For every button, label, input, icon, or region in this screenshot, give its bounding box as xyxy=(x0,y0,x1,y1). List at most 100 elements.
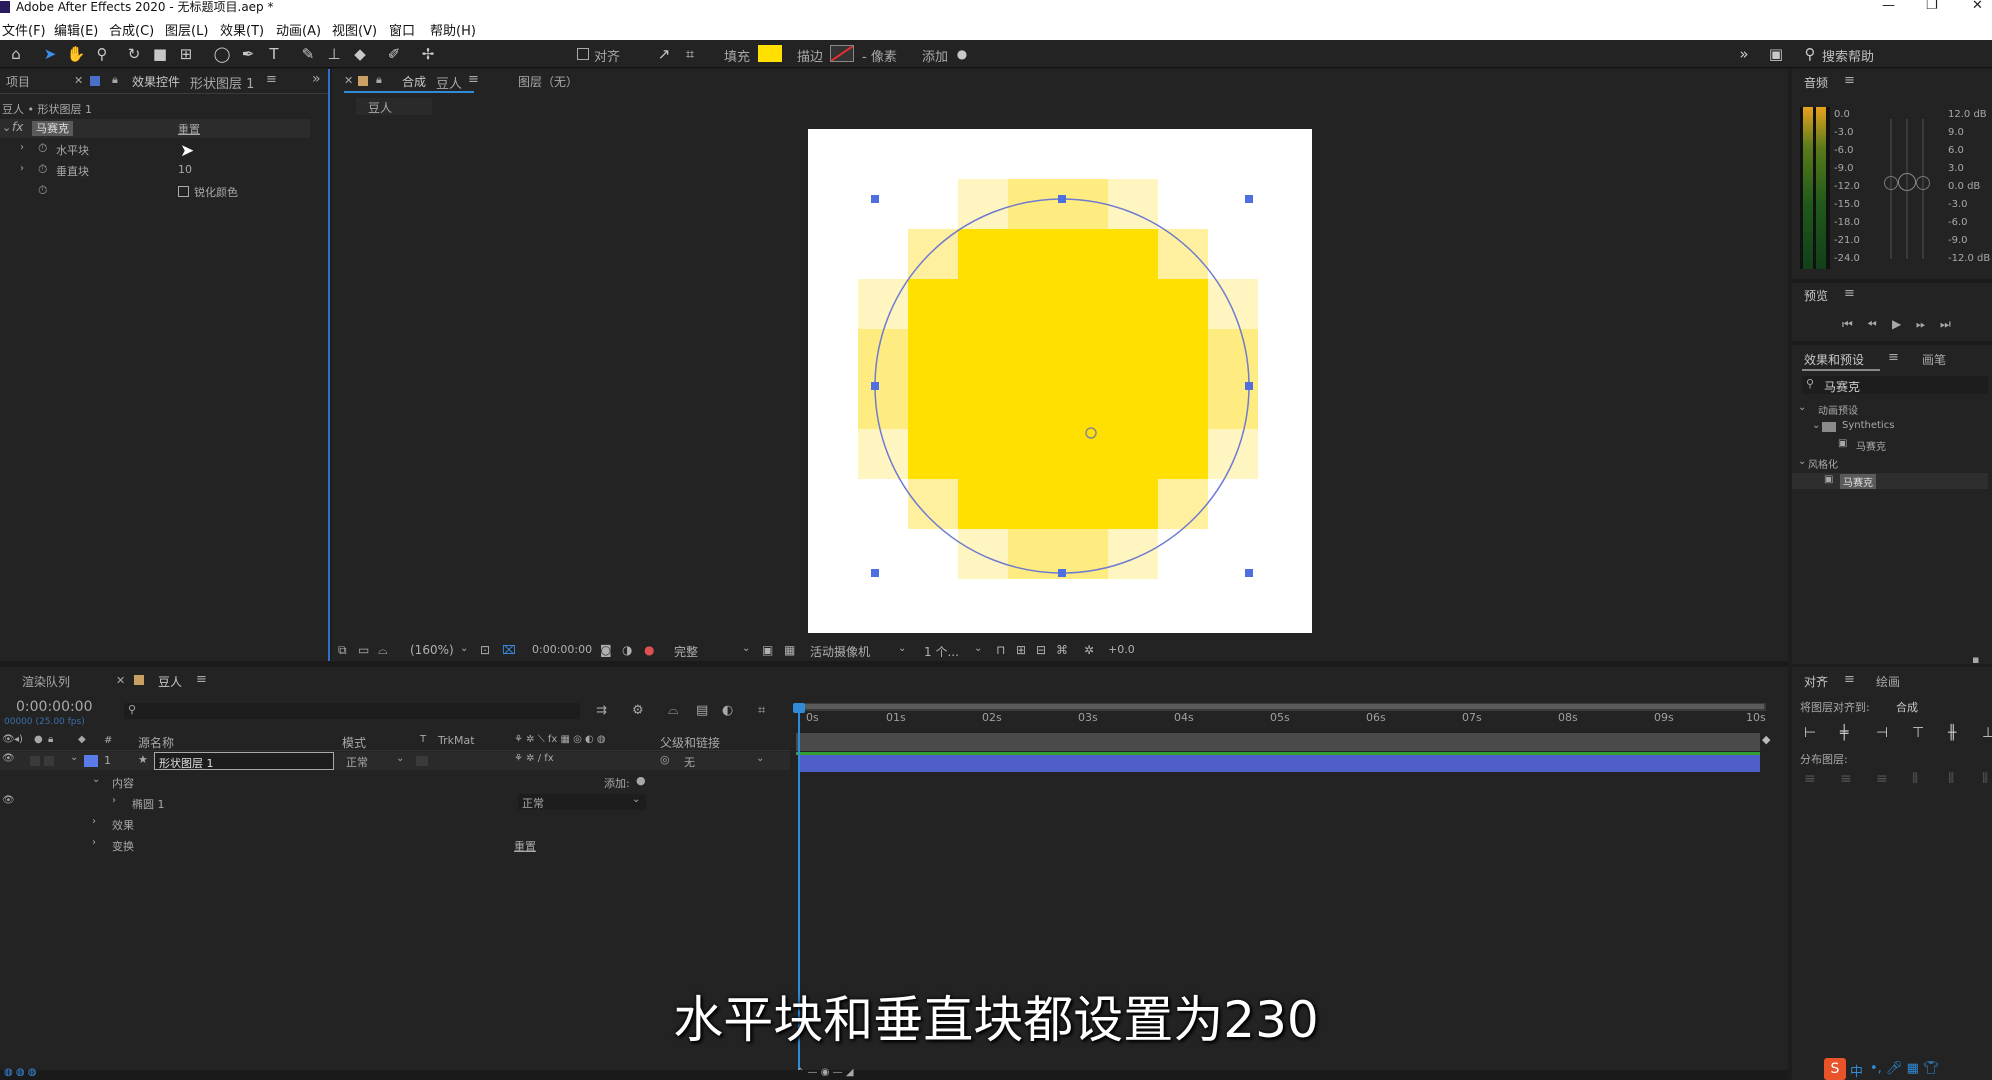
workspace-icon[interactable]: ▣ xyxy=(1766,44,1786,64)
layer-search-field[interactable]: ⚲ xyxy=(124,703,580,719)
align-checkbox[interactable] xyxy=(577,48,589,60)
restore-icon[interactable]: ❐ xyxy=(1926,0,1938,12)
hide-shy-icon[interactable]: ⌓ xyxy=(668,703,678,718)
fast-preview-icon[interactable]: ⊓ xyxy=(996,643,1005,657)
panel-menu-icon[interactable]: ≡ xyxy=(1844,672,1855,687)
chevron-down-icon[interactable]: ⌄ xyxy=(974,643,982,654)
layer-switches[interactable]: ⚘ ✲ / fx xyxy=(514,753,554,764)
chevron-down-icon[interactable]: ⌄ xyxy=(70,752,78,763)
transparency-grid-icon[interactable]: ▦ xyxy=(784,643,795,657)
distribute-right-icon[interactable]: ⦀ xyxy=(1982,771,1988,787)
align-panel-title[interactable]: 对齐 xyxy=(1804,673,1828,690)
left-volume-knob[interactable] xyxy=(1884,176,1898,190)
menu-edit[interactable]: 编辑(E) xyxy=(54,20,98,39)
layer-row[interactable]: 👁︎ ⌄ 1 ★ 形状图层 1 正常 ⌄ ⚘ ✲ / fx ◎ 无 ⌄ xyxy=(0,752,790,770)
lock-icon[interactable]: 🔒︎ xyxy=(112,73,118,87)
chevron-right-icon[interactable]: › xyxy=(92,816,96,827)
chevron-down-icon[interactable]: ⌄ xyxy=(92,774,100,785)
prev-frame-icon[interactable]: ⏪︎ xyxy=(1867,317,1877,332)
preview-panel-title[interactable]: 预览 xyxy=(1804,287,1828,304)
draft-3d-icon[interactable]: ⚙︎ xyxy=(632,703,644,718)
ime-lang[interactable]: 中 xyxy=(1850,1061,1863,1080)
home-icon[interactable]: ⌂ xyxy=(6,44,26,64)
layer-name-field[interactable]: 形状图层 1 xyxy=(154,752,334,770)
align-to-select[interactable]: 合成 xyxy=(1896,699,1918,715)
panel-menu-icon[interactable]: ≡ xyxy=(1844,73,1855,88)
timeline-icon[interactable]: ⊞ xyxy=(1016,643,1026,657)
distribute-top-icon[interactable]: ≡ xyxy=(1804,771,1816,787)
fx-icon[interactable]: fx xyxy=(12,120,23,134)
align-hcenter-icon[interactable]: ╪ xyxy=(1840,725,1848,741)
menu-window[interactable]: 窗口 xyxy=(389,20,415,39)
hand-tool-icon[interactable]: ✋ xyxy=(66,44,86,64)
work-area-bar[interactable] xyxy=(796,703,1766,711)
next-frame-icon[interactable]: ⏩︎ xyxy=(1916,317,1926,332)
chevron-down-icon[interactable]: ⌄ xyxy=(396,753,404,764)
tab-comp-name[interactable]: 豆人 xyxy=(436,73,462,92)
chevron-right-icon[interactable]: › xyxy=(20,142,24,153)
distribute-left-icon[interactable]: ⦀ xyxy=(1912,771,1918,787)
effects-presets-title[interactable]: 效果和预设 xyxy=(1804,351,1864,368)
show-snapshot-icon[interactable]: ◑ xyxy=(622,643,632,657)
zoom-slider-icon[interactable]: ⌃ — ◉ — ◢ xyxy=(796,1067,854,1078)
tab-render-queue[interactable]: 渲染队列 xyxy=(22,673,70,690)
minimize-icon[interactable]: — xyxy=(1882,0,1895,12)
resolution-select[interactable]: 完整 xyxy=(674,643,698,660)
clone-stamp-icon[interactable]: ⊥ xyxy=(324,44,344,64)
roto-brush-icon[interactable]: ✐ xyxy=(384,44,404,64)
menu-file[interactable]: 文件(F) xyxy=(2,20,46,39)
col-parent[interactable]: 父级和链接 xyxy=(660,734,720,751)
type-tool-icon[interactable]: T xyxy=(264,44,284,64)
effect-row[interactable]: ⌄ fx 马赛克 重置 xyxy=(0,119,310,138)
pan-behind-icon[interactable]: ⊞ xyxy=(176,44,196,64)
time-ruler[interactable]: 0s 01s 02s 03s 04s 05s 06s 07s 08s 09s 1… xyxy=(796,711,1766,731)
distribute-hcenter-icon[interactable]: ⦀ xyxy=(1948,771,1954,787)
fill-label[interactable]: 填充 xyxy=(724,46,750,65)
panel-menu-icon[interactable]: ≡ xyxy=(196,672,207,687)
comp-sub-tab[interactable]: 豆人 xyxy=(356,98,432,115)
axis-mode-icon[interactable]: ↗ xyxy=(654,44,674,64)
eye-icon[interactable]: 👁︎ xyxy=(2,795,15,806)
end-marker-icon[interactable]: ◆ xyxy=(1762,733,1772,773)
master-volume-knob[interactable] xyxy=(1898,173,1916,191)
camera-tool-icon[interactable]: ■ xyxy=(150,44,170,64)
zoom-tool-icon[interactable]: ⚲ xyxy=(92,44,112,64)
eye-icon[interactable]: 👁︎ xyxy=(2,753,15,764)
effects-group-row[interactable]: › 效果 xyxy=(0,813,790,834)
timeline-timecode[interactable]: 0:00:00:00 xyxy=(16,699,93,715)
close-tab-icon[interactable]: ✕ xyxy=(74,74,83,87)
channel-icon[interactable]: ● xyxy=(644,643,654,657)
stroke-color-swatch[interactable] xyxy=(830,45,854,62)
menu-view[interactable]: 视图(V) xyxy=(332,20,377,39)
solo-toggle[interactable] xyxy=(30,756,40,766)
col-source-name[interactable]: 源名称 xyxy=(138,734,174,751)
menu-help[interactable]: 帮助(H) xyxy=(430,20,476,39)
ellipse-mode-select[interactable]: 正常 ⌄ xyxy=(518,794,646,810)
selection-tool-icon[interactable]: ➤ xyxy=(40,44,60,64)
close-tab-icon[interactable]: ✕ xyxy=(116,674,125,687)
layer-duration-bar[interactable] xyxy=(798,755,1760,772)
tab-composition[interactable]: 合成 xyxy=(402,73,426,90)
zoom-select[interactable]: (160%) xyxy=(410,643,454,657)
expand-panels-icon[interactable]: » xyxy=(312,71,321,87)
menu-layer[interactable]: 图层(L) xyxy=(165,20,208,39)
roi-icon[interactable]: ▣ xyxy=(762,643,773,657)
comp-mini-flowchart-icon[interactable]: ⇉ xyxy=(596,703,607,718)
always-preview-icon[interactable]: ⧉ xyxy=(338,643,347,658)
chevron-down-icon[interactable]: ⌄ xyxy=(898,643,906,654)
distribute-vcenter-icon[interactable]: ≡ xyxy=(1840,771,1852,787)
layer-label-color[interactable] xyxy=(84,755,98,767)
stopwatch-icon[interactable]: ⏱︎ xyxy=(38,183,47,198)
frame-blending-icon[interactable]: ▤ xyxy=(696,703,708,718)
playhead-handle[interactable] xyxy=(793,703,805,713)
trkmat-toggle[interactable] xyxy=(416,756,428,766)
motion-blur-icon[interactable]: ◐ xyxy=(722,703,733,718)
flowchart-icon[interactable]: ⊟ xyxy=(1036,643,1046,657)
col-trkmat[interactable]: TrkMat xyxy=(438,734,475,747)
monitor-icon[interactable]: ▭ xyxy=(358,643,369,657)
menu-composition[interactable]: 合成(C) xyxy=(109,20,154,39)
close-tab-icon[interactable]: ✕ xyxy=(344,74,353,87)
distribute-bottom-icon[interactable]: ≡ xyxy=(1876,771,1888,787)
add-label[interactable]: 添加 xyxy=(922,46,948,65)
reset-exposure-icon[interactable]: ⌘ xyxy=(1056,643,1068,657)
